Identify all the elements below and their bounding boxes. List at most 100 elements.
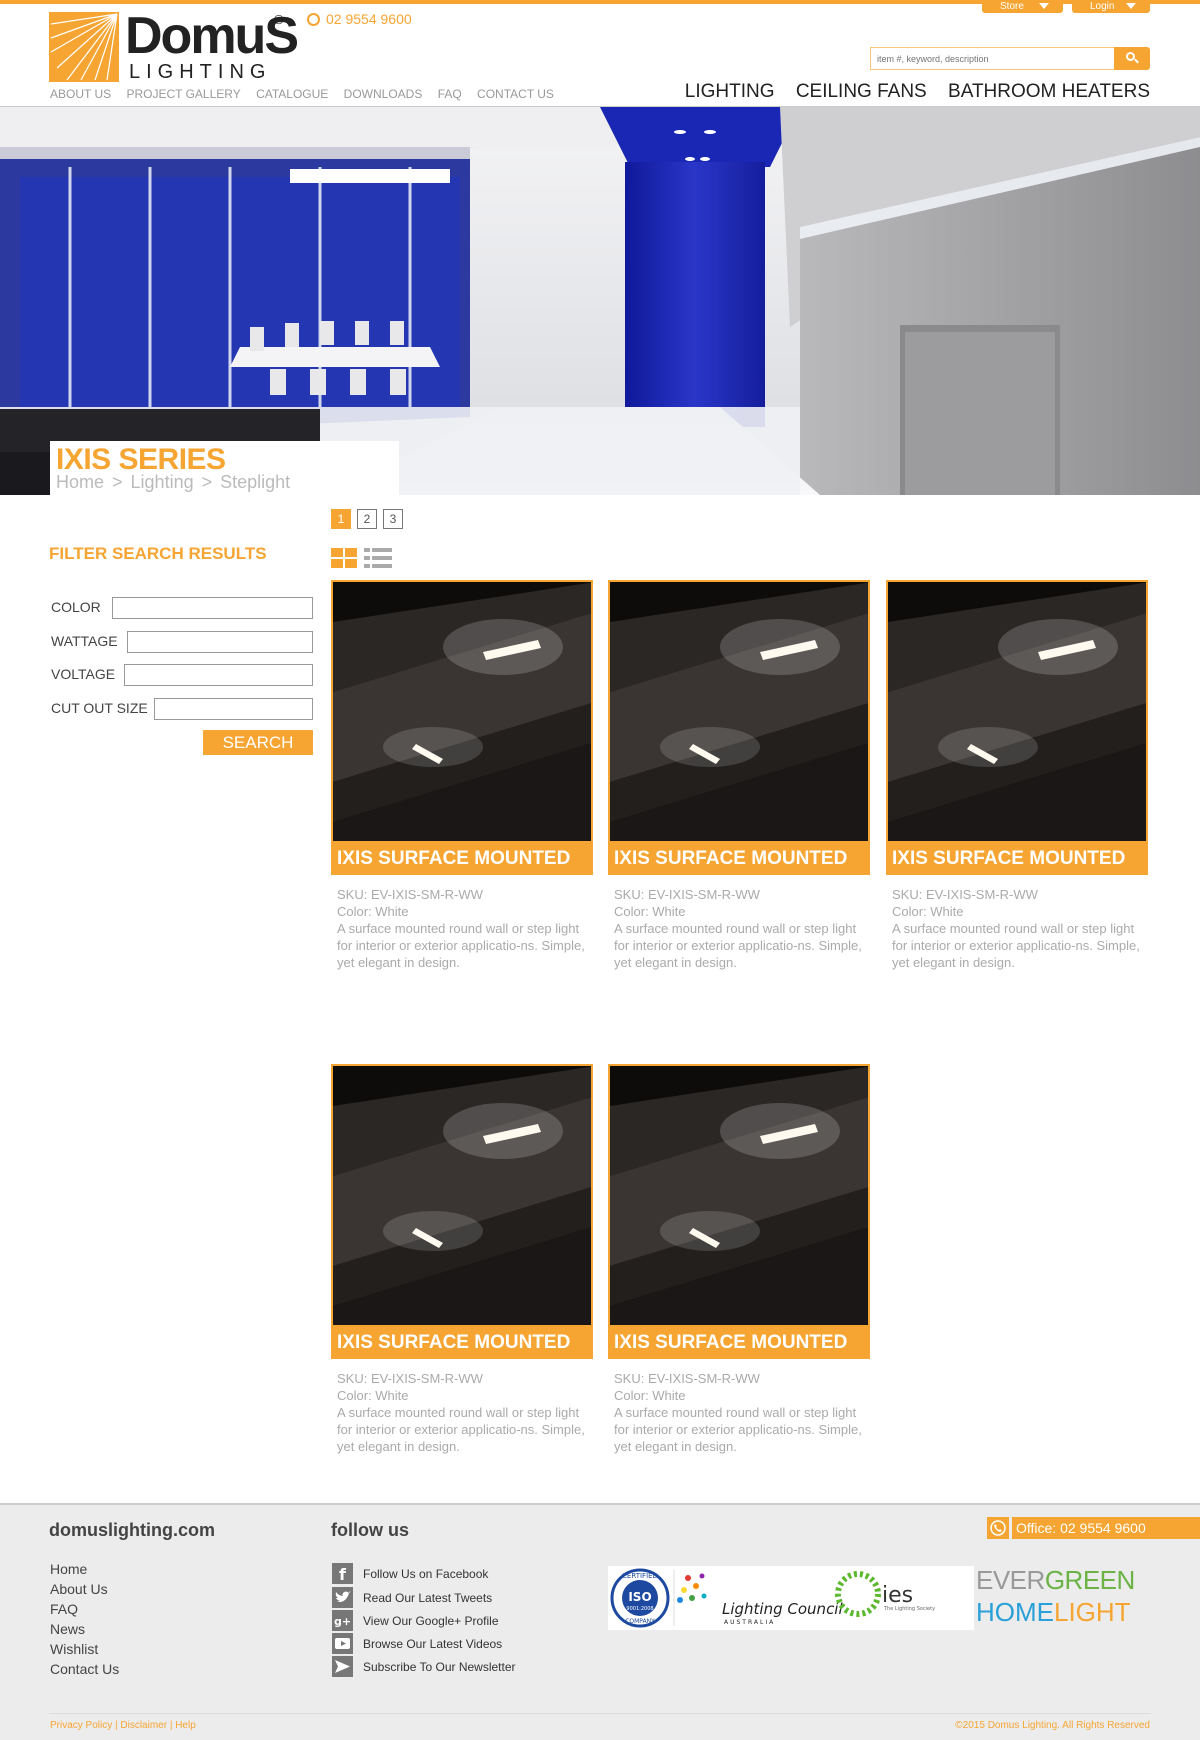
store-dropdown-button[interactable]: Store bbox=[982, 0, 1063, 13]
series-title-box: IXIS SERIES Home > Lighting > Steplight bbox=[50, 441, 399, 495]
legal-links[interactable]: Privacy Policy | Disclaimer | Help bbox=[50, 1720, 196, 1731]
logo-sunburst-icon bbox=[49, 12, 119, 82]
phone-icon bbox=[987, 1517, 1009, 1539]
office-phone[interactable]: Office: 02 9554 9600 bbox=[987, 1517, 1200, 1539]
grid-view-icon[interactable] bbox=[331, 548, 357, 568]
product-sku: SKU: EV-IXIS-SM-R-WW bbox=[614, 1371, 760, 1386]
nav-contact-us[interactable]: CONTACT US bbox=[477, 87, 554, 101]
homelight-text-a: HOME bbox=[976, 1597, 1054, 1627]
filter-wattage-input[interactable] bbox=[127, 631, 313, 653]
header-phone[interactable]: 02 9554 9600 bbox=[307, 11, 412, 27]
product-image[interactable] bbox=[331, 580, 593, 843]
nav-lighting[interactable]: LIGHTING bbox=[685, 81, 775, 102]
filter-label-wattage: WATTAGE bbox=[51, 633, 118, 649]
product-name[interactable]: IXIS SURFACE MOUNTED bbox=[331, 1327, 593, 1359]
svg-text:f: f bbox=[339, 1565, 347, 1584]
follow-us-title: follow us bbox=[331, 1520, 409, 1540]
product-name[interactable]: IXIS SURFACE MOUNTED bbox=[331, 843, 593, 875]
google-plus-icon: g+ bbox=[332, 1610, 353, 1631]
login-label: Login bbox=[1090, 1, 1115, 12]
product-name[interactable]: IXIS SURFACE MOUNTED bbox=[608, 1327, 870, 1359]
filter-label-voltage: VOLTAGE bbox=[51, 666, 116, 682]
evergreen-text-a: EVER bbox=[976, 1565, 1045, 1595]
search-input[interactable] bbox=[870, 47, 1115, 70]
lighting-council-subtext: AUSTRALIA bbox=[724, 1619, 775, 1626]
iso-mid-text: ISO bbox=[628, 1590, 651, 1604]
homelight-text-b: LIGHT bbox=[1054, 1597, 1131, 1627]
footer-link-about-us[interactable]: About Us bbox=[50, 1579, 119, 1599]
page-1-button[interactable]: 1 bbox=[331, 509, 351, 529]
lighting-council-text: Lighting Council bbox=[722, 1600, 843, 1618]
page-2-button[interactable]: 2 bbox=[357, 509, 377, 529]
registered-mark: ® bbox=[274, 12, 284, 27]
product-description: A surface mounted round wall or step lig… bbox=[337, 921, 585, 970]
ies-text: ies bbox=[882, 1583, 913, 1608]
nav-faq[interactable]: FAQ bbox=[438, 87, 462, 101]
product-sku: SKU: EV-IXIS-SM-R-WW bbox=[337, 887, 483, 902]
footer-link-news[interactable]: News bbox=[50, 1619, 119, 1639]
filter-label-color: COLOR bbox=[51, 599, 101, 615]
login-dropdown-button[interactable]: Login bbox=[1072, 0, 1150, 13]
footer-link-faq[interactable]: FAQ bbox=[50, 1599, 119, 1619]
breadcrumb-separator: > bbox=[201, 472, 213, 492]
product-description: A surface mounted round wall or step lig… bbox=[892, 921, 1140, 970]
breadcrumb-home[interactable]: Home bbox=[56, 472, 104, 492]
ies-subtext: The Lighting Society bbox=[883, 1606, 935, 1612]
social-twitter-label: Read Our Latest Tweets bbox=[363, 1591, 493, 1605]
product-image[interactable] bbox=[886, 580, 1148, 843]
copyright: ©2015 Domus Lighting. All Rights Reserve… bbox=[955, 1720, 1150, 1731]
logo-subtitle: LIGHTING bbox=[129, 61, 272, 83]
header-phone-number: 02 9554 9600 bbox=[326, 11, 412, 27]
page-3-button[interactable]: 3 bbox=[383, 509, 403, 529]
product-color: Color: White bbox=[337, 904, 409, 919]
product-sku: SKU: EV-IXIS-SM-R-WW bbox=[337, 1371, 483, 1386]
filter-search-button[interactable]: SEARCH bbox=[203, 730, 313, 755]
nav-catalogue[interactable]: CATALOGUE bbox=[256, 87, 328, 101]
social-facebook-label: Follow Us on Facebook bbox=[363, 1567, 489, 1581]
store-label: Store bbox=[1000, 1, 1024, 12]
svg-text:g+: g+ bbox=[334, 1615, 351, 1628]
nav-bathroom-heaters[interactable]: BATHROOM HEATERS bbox=[948, 81, 1150, 102]
product-color: Color: White bbox=[892, 904, 964, 919]
hero-office-image bbox=[0, 107, 1200, 495]
product-image[interactable] bbox=[608, 1064, 870, 1327]
logo-wordmark: DomuS bbox=[125, 7, 299, 65]
nav-about-us[interactable]: ABOUT US bbox=[50, 87, 111, 101]
filter-title: FILTER SEARCH RESULTS bbox=[49, 544, 267, 563]
footer-link-wishlist[interactable]: Wishlist bbox=[50, 1639, 119, 1659]
breadcrumb-lighting[interactable]: Lighting bbox=[131, 472, 194, 492]
ies-logo: ies The Lighting Society bbox=[835, 1571, 935, 1617]
search-bar bbox=[870, 47, 1150, 70]
breadcrumb-separator: > bbox=[112, 472, 123, 492]
iso-bottom-text: COMPANY bbox=[625, 1618, 655, 1625]
product-color: Color: White bbox=[337, 1388, 409, 1403]
product-name[interactable]: IXIS SURFACE MOUNTED bbox=[608, 843, 870, 875]
product-name[interactable]: IXIS SURFACE MOUNTED bbox=[886, 843, 1148, 875]
filter-voltage-input[interactable] bbox=[124, 664, 313, 686]
filter-color-input[interactable] bbox=[112, 597, 313, 619]
search-button[interactable] bbox=[1114, 47, 1150, 70]
product-color: Color: White bbox=[614, 904, 686, 919]
footer-links: Home About Us FAQ News Wishlist Contact … bbox=[50, 1559, 119, 1679]
newsletter-icon bbox=[332, 1656, 353, 1677]
footer-link-home[interactable]: Home bbox=[50, 1559, 119, 1579]
product-image[interactable] bbox=[331, 1064, 593, 1327]
breadcrumb-steplight[interactable]: Steplight bbox=[220, 472, 290, 492]
product-sku: SKU: EV-IXIS-SM-R-WW bbox=[614, 887, 760, 902]
footer-divider bbox=[49, 1713, 1151, 1714]
breadcrumb: Home > Lighting > Steplight bbox=[56, 472, 290, 493]
social-youtube-label: Browse Our Latest Videos bbox=[363, 1637, 503, 1651]
product-color: Color: White bbox=[614, 1388, 686, 1403]
footer: domuslighting.com Home About Us FAQ News… bbox=[0, 1503, 1200, 1740]
list-view-icon[interactable] bbox=[364, 548, 392, 568]
domus-logo[interactable]: DomuS ® LIGHTING bbox=[49, 8, 299, 83]
partner-logos: CERTIFIED ISO 9001:2008 COMPANY Lighting… bbox=[608, 1566, 974, 1630]
nav-ceiling-fans[interactable]: CEILING FANS bbox=[796, 81, 927, 102]
nav-project-gallery[interactable]: PROJECT GALLERY bbox=[126, 87, 240, 101]
filter-cut-out-size-input[interactable] bbox=[154, 698, 313, 720]
evergreen-logo: EVERGREEN bbox=[976, 1565, 1135, 1596]
product-image[interactable] bbox=[608, 580, 870, 843]
footer-link-contact-us[interactable]: Contact Us bbox=[50, 1659, 119, 1679]
product-description: A surface mounted round wall or step lig… bbox=[337, 1405, 585, 1454]
nav-downloads[interactable]: DOWNLOADS bbox=[344, 87, 423, 101]
